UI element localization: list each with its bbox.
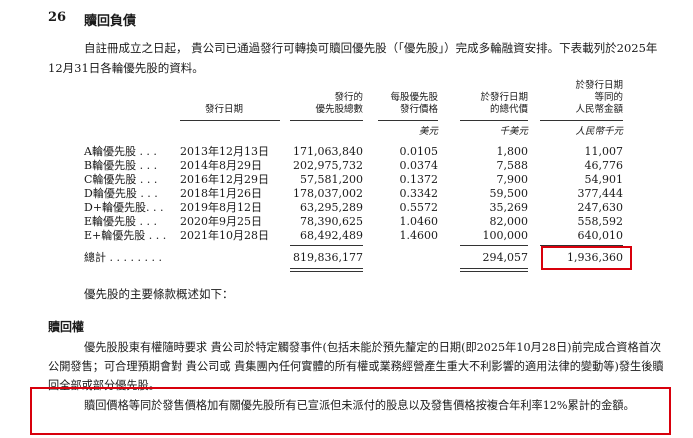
- table-row: E+輪優先股 . . . 2021年10月28日 68,492,489 1.4600…: [84, 229, 623, 242]
- total-double-rule-shares: [290, 271, 363, 272]
- unit-price: 美元: [418, 126, 438, 137]
- summary-intro: 優先股的主要條款概述如下：: [84, 287, 234, 301]
- unit-rmb: 人民幣千元: [575, 126, 623, 137]
- subtotal-rule-usd: [460, 245, 528, 246]
- header-rule-price: [378, 120, 438, 121]
- total-double-rule-usd: [460, 271, 528, 272]
- table-row: D+輪優先股. . . 2019年8月12日 63,295,289 0.5572 3…: [84, 201, 623, 214]
- header-total-rmb: 於發行日期 等同的 人民幣金額: [575, 80, 623, 115]
- header-rule-usd: [460, 120, 528, 121]
- redemption-price-paragraph: 贖回價格等同於發售價格加有關優先股所有已宣派但未派付的股息以及發售價格按複合年利…: [84, 399, 635, 412]
- table-row: D輪優先股 . . . 2018年1月26日 178,037,002 0.3342 …: [84, 187, 623, 200]
- table-row: B輪優先股 . . . 2014年8月29日 202,975,732 0.0374 …: [84, 159, 623, 172]
- header-issue-date: 發行日期: [205, 104, 244, 115]
- header-total-shares: 發行的 優先股總數: [315, 92, 363, 115]
- redemption-heading: 贖回權: [48, 320, 85, 334]
- header-price-per-share: 每股優先股 發行價格: [390, 92, 438, 115]
- section-number: 26: [48, 10, 67, 25]
- table-row: E輪優先股 . . . 2020年9月25日 78,390,625 1.0460 8…: [84, 215, 623, 228]
- header-rule-date: [180, 120, 280, 121]
- intro-paragraph: 自註冊成立之日起， 貴公司已通過發行可轉換可贖回優先股（「優先股」）完成多輪融資…: [48, 41, 658, 75]
- header-rule-rmb: [540, 120, 623, 121]
- table-row: C輪優先股 . . . 2016年12月29日 57,581,200 0.1372 …: [84, 173, 623, 186]
- total-rule-shares: [290, 268, 363, 269]
- section-title: 贖回負債: [84, 14, 137, 29]
- highlight-box-total-rmb: [541, 246, 632, 270]
- subtotal-rule-shares: [290, 245, 363, 246]
- table-row: A輪優先股 . . . 2013年12月13日 171,063,840 0.0105…: [84, 145, 623, 158]
- header-rule-shares: [290, 120, 363, 121]
- total-rule-usd: [460, 268, 528, 269]
- header-total-usd: 於發行日期 的總代價: [480, 92, 528, 115]
- unit-usd: 千美元: [499, 126, 528, 137]
